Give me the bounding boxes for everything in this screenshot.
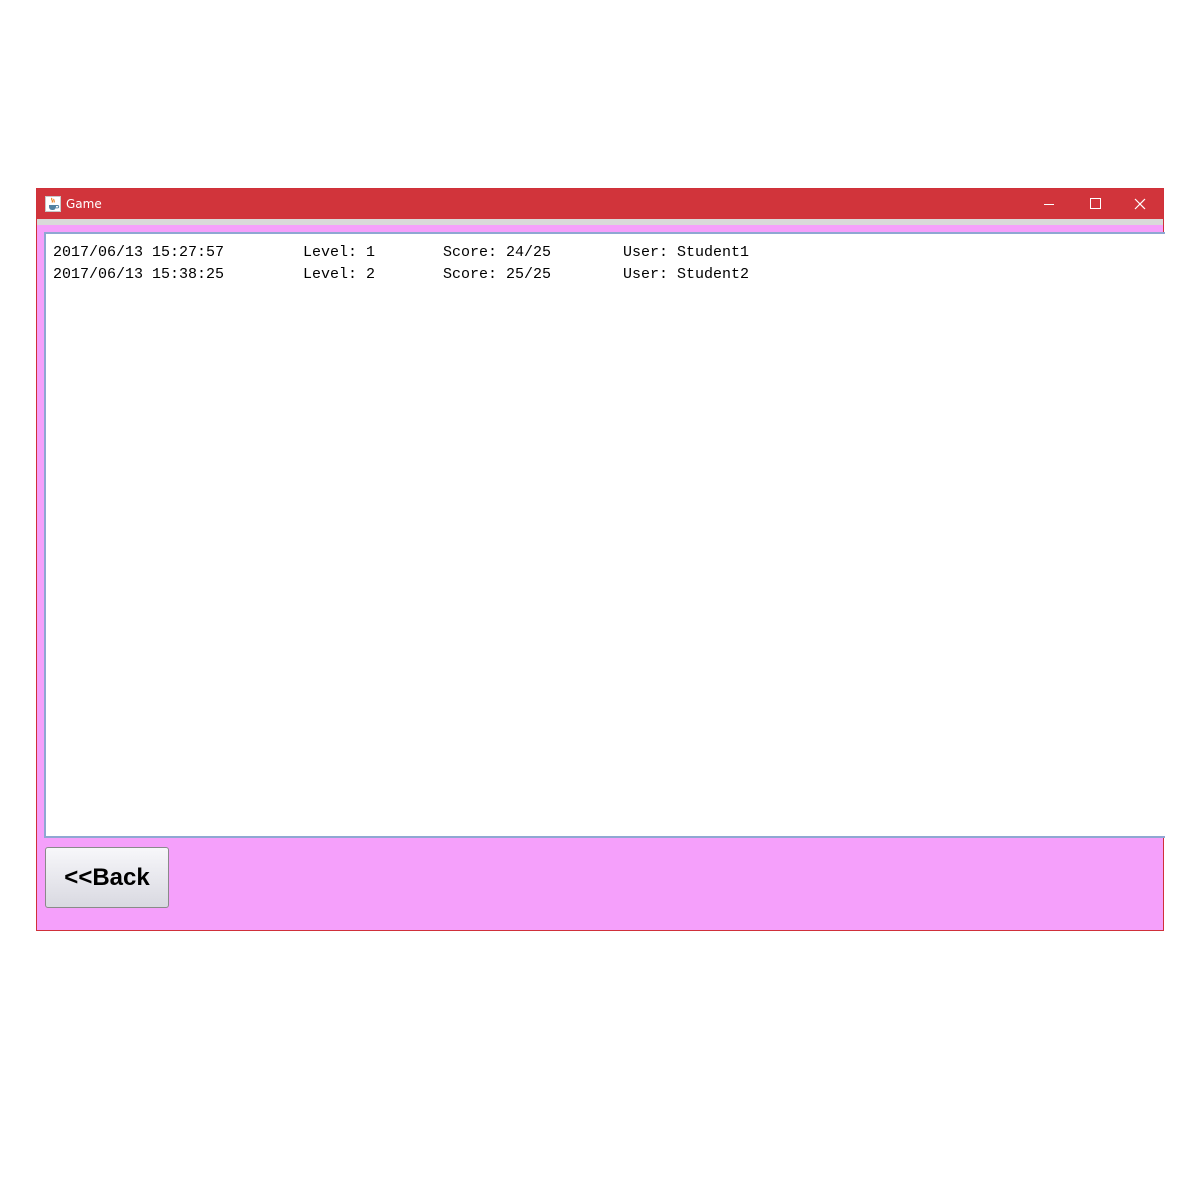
record-level: Level: 1 <box>303 244 376 261</box>
minimize-icon <box>1044 204 1054 205</box>
maximize-button[interactable] <box>1072 189 1118 219</box>
menu-bar <box>37 219 1163 225</box>
record-user: User: Student1 <box>623 244 750 261</box>
score-record: 2017/06/13 15:38:25 Level: 2 Score: 25/2… <box>53 264 749 286</box>
window-title: Game <box>66 197 102 211</box>
score-records: 2017/06/13 15:27:57 Level: 1 Score: 24/2… <box>53 242 749 286</box>
java-cup-icon <box>45 196 61 212</box>
record-score: Score: 25/25 <box>443 266 552 283</box>
record-user: User: Student2 <box>623 266 750 283</box>
score-record: 2017/06/13 15:27:57 Level: 1 Score: 24/2… <box>53 242 749 264</box>
game-window: Game 2017/06/13 15:27:57 Level: 1 Score:… <box>36 188 1165 931</box>
close-button[interactable] <box>1117 189 1163 219</box>
back-button[interactable]: <<Back <box>45 847 169 908</box>
scores-text-area[interactable]: 2017/06/13 15:27:57 Level: 1 Score: 24/2… <box>44 232 1165 838</box>
record-score: Score: 24/25 <box>443 244 552 261</box>
close-icon <box>1134 198 1146 210</box>
minimize-button[interactable] <box>1026 189 1072 219</box>
record-date: 2017/06/13 15:27:57 <box>53 244 225 261</box>
maximize-icon <box>1090 198 1101 209</box>
title-bar[interactable]: Game <box>37 189 1163 219</box>
record-level: Level: 2 <box>303 266 376 283</box>
record-date: 2017/06/13 15:38:25 <box>53 266 225 283</box>
